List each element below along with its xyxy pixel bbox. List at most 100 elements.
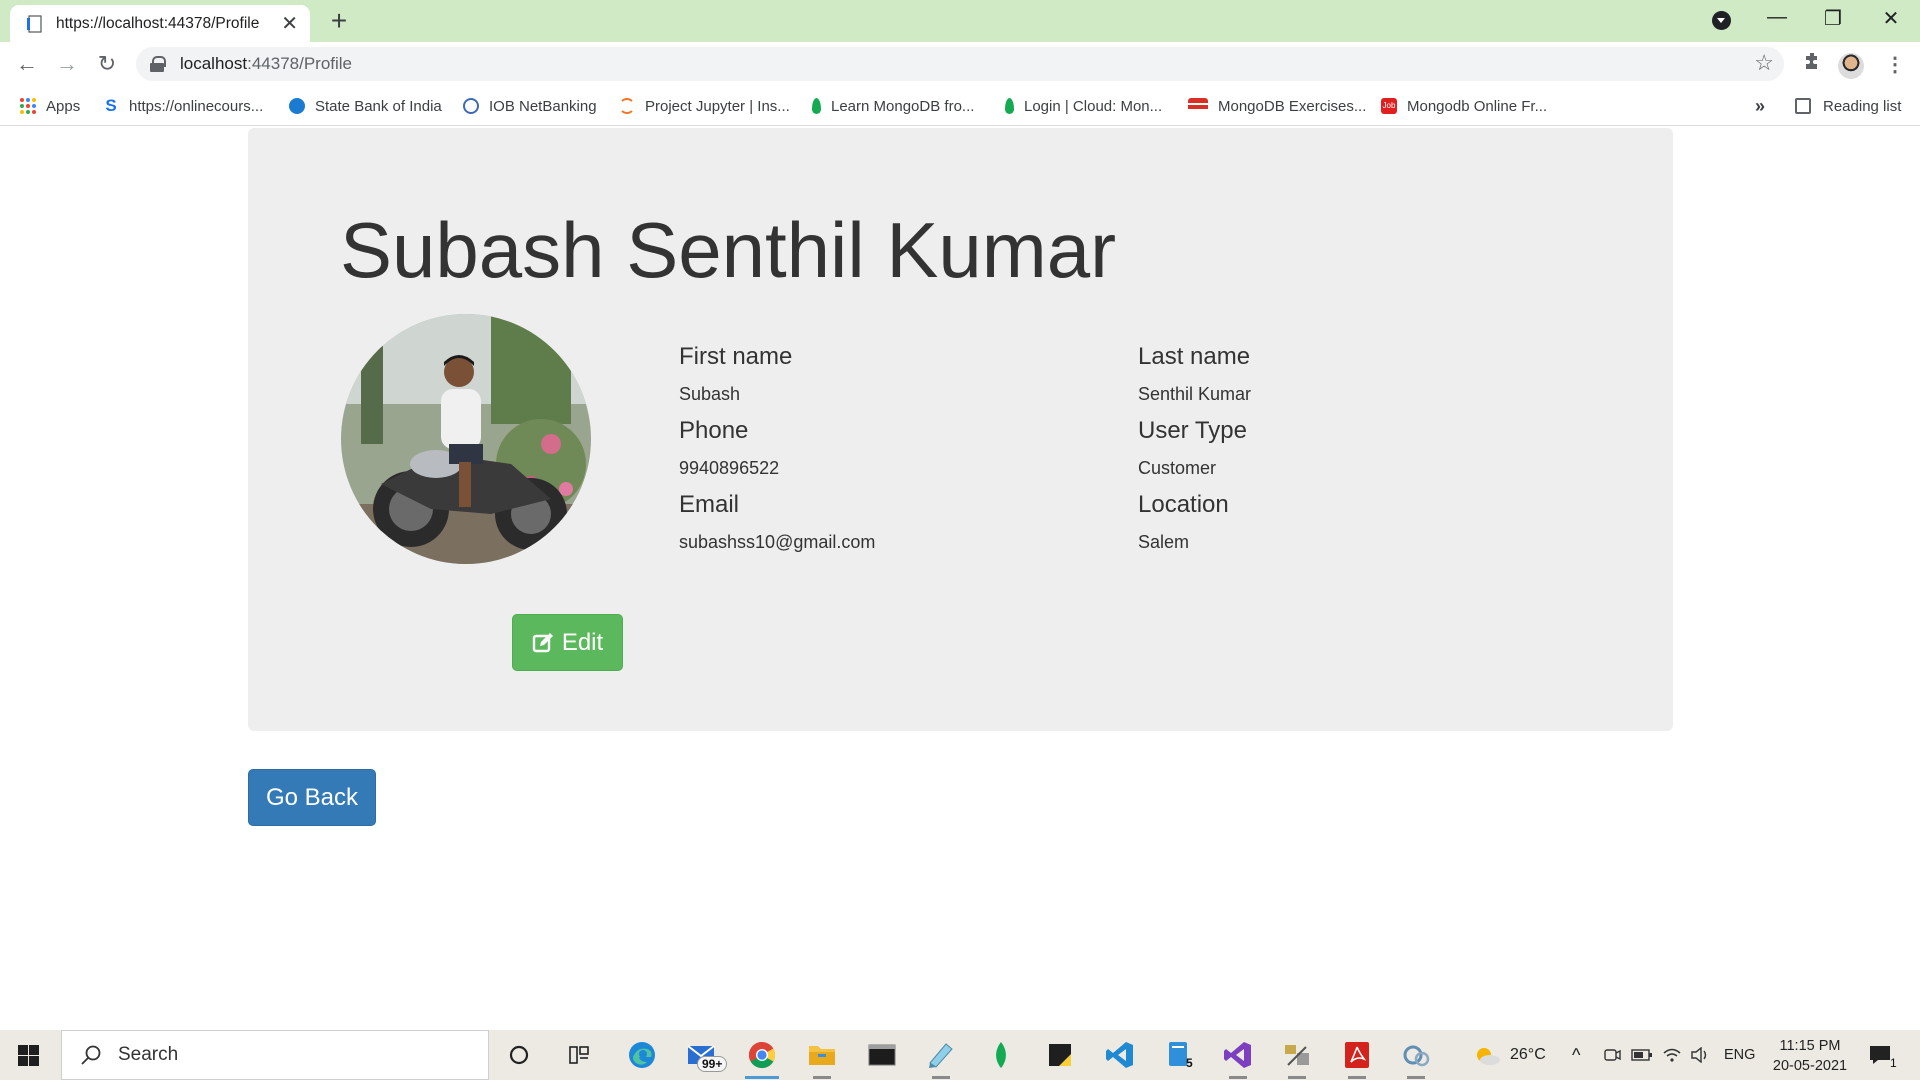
extensions-icon[interactable] (1797, 50, 1827, 80)
url-path: :44378/Profile (247, 54, 353, 73)
sbi-logo-icon (289, 98, 305, 114)
profile-avatar-icon[interactable] (1838, 53, 1864, 79)
reading-list-label: Reading list (1823, 97, 1902, 115)
sticky-notes-icon[interactable] (1041, 1036, 1079, 1074)
bookmarks-overflow-icon[interactable]: » (1755, 96, 1765, 117)
cortana-icon[interactable] (500, 1036, 538, 1074)
clock-time: 11:15 PM (1779, 1038, 1841, 1054)
chrome-menu-icon[interactable]: ⋮ (1880, 50, 1910, 80)
back-arrow-icon[interactable]: ← (11, 48, 43, 80)
phone-label: Phone (679, 417, 749, 444)
last-name-label: Last name (1138, 343, 1251, 370)
apps-grid-icon (20, 98, 36, 114)
reading-list-button[interactable]: Reading list (1795, 94, 1901, 118)
notes-app-icon[interactable]: 5 (1160, 1036, 1198, 1074)
task-view-icon[interactable] (560, 1036, 598, 1074)
bookmark-learn-mongodb[interactable]: Learn MongoDB fro... (812, 94, 974, 118)
go-back-button-label: Go Back (265, 783, 359, 811)
file-explorer-icon[interactable] (803, 1036, 841, 1079)
url-host: localhost (180, 54, 248, 73)
email-value: subashss10@gmail.com (679, 532, 876, 552)
w3resource-logo-icon (1188, 98, 1208, 114)
clock-date: 20-05-2021 (1772, 1058, 1848, 1074)
notifications-icon[interactable]: 1 (1868, 1030, 1897, 1080)
edge-icon[interactable] (623, 1036, 661, 1074)
go-back-button[interactable]: Go Back (248, 769, 376, 826)
browser-toolbar: ← → ↻ localhost:44378/Profile ☆ ⋮ (0, 42, 1920, 86)
profile-photo (341, 314, 591, 564)
notepad-plus-icon[interactable] (922, 1036, 960, 1079)
forward-arrow-icon[interactable]: → (51, 48, 83, 80)
close-tab-icon[interactable]: ✕ (281, 14, 298, 34)
tab-search-icon[interactable] (1712, 11, 1731, 30)
mail-badge: 99+ (697, 1056, 728, 1072)
reload-icon[interactable]: ↻ (91, 48, 123, 80)
bookmark-mongodb-exercises[interactable]: MongoDB Exercises... (1188, 94, 1366, 118)
edit-button-label: Edit (561, 628, 604, 656)
notes-badge: 5 (1186, 1056, 1193, 1070)
mail-icon[interactable]: 99+ (683, 1036, 728, 1074)
minimize-icon[interactable]: — (1762, 6, 1792, 29)
bookmark-label: Learn MongoDB fro... (831, 97, 975, 115)
lock-icon[interactable] (150, 56, 166, 72)
address-bar[interactable]: localhost:44378/Profile ☆ (136, 47, 1784, 81)
bookmark-sbi[interactable]: State Bank of India (289, 94, 442, 118)
acrobat-icon[interactable] (1338, 1036, 1376, 1079)
bookmark-label: Apps (46, 97, 81, 115)
new-tab-button[interactable]: + (325, 7, 353, 36)
mongodb-leaf-icon (812, 98, 821, 114)
tray-overflow-icon[interactable]: ^ (1572, 1030, 1580, 1080)
windows-start-icon[interactable] (18, 1045, 39, 1066)
location-value: Salem (1138, 532, 1190, 552)
taskbar-search-placeholder: Search (118, 1044, 179, 1065)
control-panel-icon[interactable] (1278, 1036, 1316, 1079)
bookmark-label: MongoDB Exercises... (1218, 97, 1367, 115)
bookmark-apps[interactable]: Apps (20, 94, 80, 118)
meet-now-icon[interactable] (1603, 1030, 1621, 1080)
volume-icon[interactable] (1690, 1030, 1710, 1080)
bookmark-jupyter[interactable]: Project Jupyter | Ins... (619, 94, 790, 118)
bookmark-mongodb-online[interactable]: Job Mongodb Online Fr... (1381, 94, 1547, 118)
page-icon (27, 14, 42, 33)
bookmark-mongodb-cloud[interactable]: Login | Cloud: Mon... (1005, 94, 1162, 118)
tab-title: https://localhost:44378/Profile (56, 14, 260, 32)
restore-icon[interactable]: ❐ (1818, 6, 1848, 31)
taskbar-search-box[interactable]: Search (61, 1030, 489, 1080)
bookmark-label: State Bank of India (315, 97, 442, 115)
weather-widget[interactable]: 26°C (1472, 1030, 1546, 1080)
bookmark-label: Login | Cloud: Mon... (1024, 97, 1163, 115)
vscode-icon[interactable] (1101, 1036, 1139, 1074)
weather-temperature: 26°C (1510, 1046, 1546, 1063)
email-label: Email (679, 491, 740, 518)
bookmark-iob[interactable]: IOB NetBanking (463, 94, 597, 118)
tab-strip: https://localhost:44378/Profile ✕ + — ❐ … (0, 0, 1920, 42)
user-type-label: User Type (1138, 417, 1247, 444)
mongodb-compass-icon[interactable] (982, 1036, 1020, 1074)
bookmark-label: IOB NetBanking (489, 97, 597, 115)
battery-icon[interactable] (1631, 1030, 1653, 1080)
job-logo-icon: Job (1381, 98, 1397, 114)
location-label: Location (1138, 491, 1229, 518)
language-indicator[interactable]: ENG (1724, 1030, 1755, 1080)
settings-app-icon[interactable] (1397, 1036, 1435, 1079)
edit-button[interactable]: Edit (512, 614, 623, 671)
windows-taskbar: Search 99+ 5 26°C ^ ENG 11:15 PM 20-05-2… (0, 1030, 1920, 1080)
search-icon (81, 1045, 101, 1065)
visual-studio-icon[interactable] (1219, 1036, 1257, 1079)
terminal-icon[interactable] (863, 1036, 901, 1074)
edit-icon (532, 632, 553, 652)
first-name-value: Subash (679, 384, 741, 404)
last-name-value: Senthil Kumar (1138, 384, 1252, 404)
chrome-icon[interactable] (743, 1036, 781, 1079)
weather-sun-icon (1477, 1048, 1500, 1065)
bookmark-star-icon[interactable]: ☆ (1754, 50, 1774, 76)
wifi-icon[interactable] (1662, 1030, 1682, 1080)
taskbar-clock[interactable]: 11:15 PM 20-05-2021 (1760, 1036, 1860, 1076)
s-logo-icon: S (103, 97, 119, 114)
close-window-icon[interactable]: ✕ (1876, 6, 1906, 31)
profile-photo-image (341, 314, 591, 564)
tab-profile[interactable]: https://localhost:44378/Profile ✕ (10, 5, 310, 42)
bookmark-onlinecourses[interactable]: S https://onlinecours... (103, 94, 263, 118)
notification-count: 1 (1890, 1056, 1897, 1070)
bookmark-label: Project Jupyter | Ins... (645, 97, 790, 115)
